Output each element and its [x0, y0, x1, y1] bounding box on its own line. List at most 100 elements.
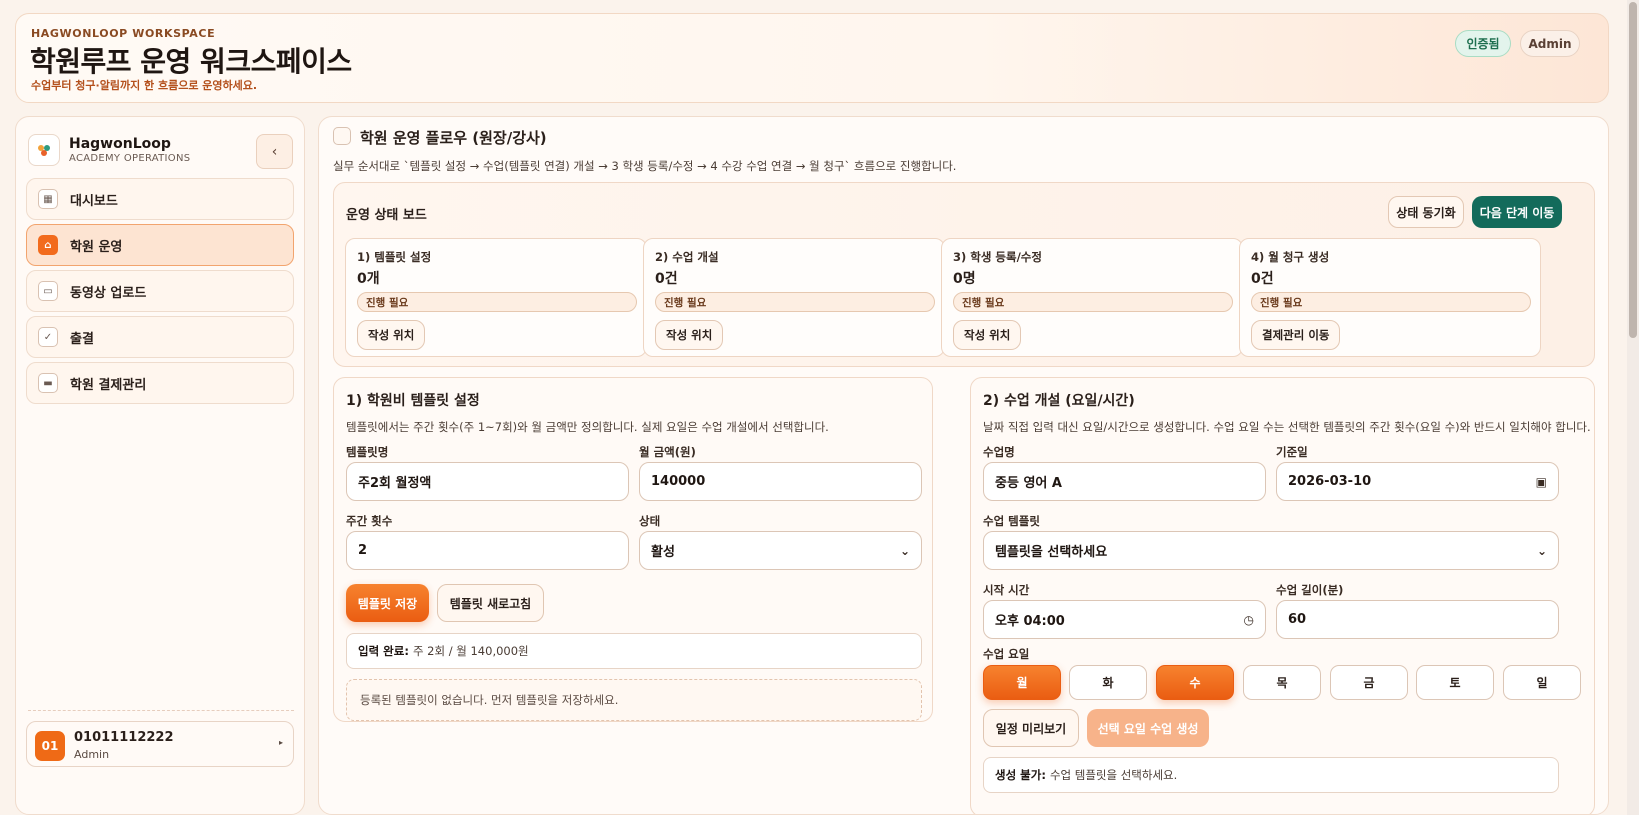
- monthly-amount-input[interactable]: 140000: [639, 462, 922, 501]
- sidebar-divider: [28, 710, 294, 711]
- class-name-label: 수업명: [983, 445, 1015, 459]
- verified-badge: 인증됨: [1455, 30, 1511, 57]
- sidebar-item-attendance[interactable]: ✓ 출결: [26, 316, 294, 358]
- class-name-input[interactable]: 중등 영어 A: [983, 462, 1266, 501]
- sync-status-button[interactable]: 상태 동기화: [1388, 196, 1464, 228]
- chevron-down-icon: ⌄: [1536, 543, 1547, 558]
- header-eyebrow: HAGWONLOOP WORKSPACE: [31, 27, 216, 40]
- user-card[interactable]: 01 01011112222 Admin ▸: [26, 721, 294, 767]
- weekly-count-value: 2: [358, 543, 368, 558]
- status-badge: 진행 필요: [357, 292, 637, 312]
- error-text: 수업 템플릿을 선택하세요.: [1049, 768, 1178, 782]
- brand-name: HagwonLoop: [69, 136, 171, 152]
- template-panel: 1) 학원비 템플릿 설정 템플릿에서는 주간 횟수(주 1~7회)와 월 금액…: [333, 377, 933, 722]
- step-value: 0개: [357, 271, 380, 287]
- class-days-label: 수업 요일: [983, 647, 1030, 661]
- step-action-button[interactable]: 작성 위치: [953, 320, 1022, 350]
- class-name-value: 중등 영어 A: [995, 476, 1062, 491]
- step-action-button[interactable]: 결제관리 이동: [1251, 320, 1341, 350]
- start-time-value: 오후 04:00: [995, 614, 1065, 629]
- day-toggle-tue[interactable]: 화: [1069, 665, 1147, 700]
- step-card-student: 3) 학생 등록/수정 0명 진행 필요 작성 위치: [941, 238, 1243, 357]
- caret-right-icon: ▸: [278, 738, 283, 747]
- generation-error: 생성 불가: 수업 템플릿을 선택하세요.: [983, 757, 1559, 793]
- page-title: 학원루프 운영 워크스페이스: [30, 45, 352, 78]
- summary-text: 주 2회 / 월 140,000원: [412, 644, 529, 658]
- status-badge: 진행 필요: [953, 292, 1233, 312]
- template-name-label: 템플릿명: [346, 445, 389, 459]
- step-title: 1) 템플릿 설정: [357, 250, 432, 264]
- base-date-value: 2026-03-10: [1288, 474, 1372, 489]
- class-length-label: 수업 길이(분): [1276, 583, 1344, 597]
- calendar-check-icon: ✓: [38, 327, 58, 347]
- avatar: 01: [35, 731, 65, 761]
- step-title: 4) 월 청구 생성: [1251, 250, 1330, 264]
- brand[interactable]: HagwonLoop ACADEMY OPERATIONS: [28, 134, 190, 166]
- step-action-button[interactable]: 작성 위치: [357, 320, 426, 350]
- refresh-templates-button[interactable]: 템플릿 새로고침: [437, 584, 544, 622]
- class-template-select[interactable]: 템플릿을 선택하세요 ⌄: [983, 531, 1559, 570]
- generate-classes-button[interactable]: 선택 요일 수업 생성: [1087, 709, 1209, 747]
- step-card-class: 2) 수업 개설 0건 진행 필요 작성 위치: [643, 238, 945, 357]
- card-icon: ▬: [38, 373, 58, 393]
- class-length-value: 60: [1288, 612, 1307, 627]
- chevron-left-icon: ‹: [271, 143, 278, 160]
- class-panel-title: 2) 수업 개설 (요일/시간): [983, 393, 1135, 409]
- status-select[interactable]: 활성 ⌄: [639, 531, 922, 570]
- save-template-button[interactable]: 템플릿 저장: [346, 584, 429, 622]
- status-select-value: 활성: [651, 545, 675, 560]
- day-toggle-sun[interactable]: 일: [1503, 665, 1581, 700]
- role-badge[interactable]: Admin: [1520, 30, 1580, 57]
- scrollbar-thumb[interactable]: [1629, 2, 1637, 338]
- schedule-preview-button[interactable]: 일정 미리보기: [983, 709, 1079, 747]
- sidebar-item-label: 학원 운영: [70, 239, 123, 255]
- day-toggle-sat[interactable]: 토: [1416, 665, 1494, 700]
- weekly-count-input[interactable]: 2: [346, 531, 629, 570]
- user-phone: 01011112222: [74, 730, 174, 745]
- template-panel-description: 템플릿에서는 주간 횟수(주 1~7회)와 월 금액만 정의합니다. 실제 요일…: [346, 420, 829, 434]
- sidebar-item-billing[interactable]: ▬ 학원 결제관리: [26, 362, 294, 404]
- day-toggle-thu[interactable]: 목: [1243, 665, 1321, 700]
- weekly-count-label: 주간 횟수: [346, 514, 393, 528]
- sidebar-item-dashboard[interactable]: ▦ 대시보드: [26, 178, 294, 220]
- calendar-icon[interactable]: ▣: [1536, 475, 1547, 489]
- template-panel-title: 1) 학원비 템플릿 설정: [346, 393, 480, 409]
- step-card-template: 1) 템플릿 설정 0개 진행 필요 작성 위치: [345, 238, 647, 357]
- step-value: 0건: [655, 271, 678, 287]
- base-date-label: 기준일: [1276, 445, 1308, 459]
- day-toggle-wed[interactable]: 수: [1156, 665, 1234, 700]
- main-content: 학원 운영 플로우 (원장/강사) 실무 순서대로 `템플릿 설정 → 수업(템…: [318, 116, 1609, 815]
- step-action-button[interactable]: 작성 위치: [655, 320, 724, 350]
- dashboard-icon: ▦: [38, 189, 58, 209]
- template-name-value: 주2회 월정액: [358, 476, 432, 491]
- sidebar-item-label: 학원 결제관리: [70, 377, 147, 393]
- empty-templates-notice: 등록된 템플릿이 없습니다. 먼저 템플릿을 저장하세요.: [346, 679, 922, 721]
- start-time-input[interactable]: 오후 04:00 ◷: [983, 600, 1266, 639]
- step-value: 0건: [1251, 271, 1274, 287]
- sidebar-item-academy-ops[interactable]: ⌂ 학원 운영: [26, 224, 294, 266]
- class-length-input[interactable]: 60: [1276, 600, 1559, 639]
- sidebar-item-label: 대시보드: [70, 193, 118, 209]
- sidebar-item-video-upload[interactable]: ▭ 동영상 업로드: [26, 270, 294, 312]
- day-toggle-fri[interactable]: 금: [1330, 665, 1408, 700]
- clock-icon[interactable]: ◷: [1244, 613, 1254, 627]
- user-role: Admin: [74, 748, 110, 761]
- class-template-label: 수업 템플릿: [983, 514, 1040, 528]
- brand-subtitle: ACADEMY OPERATIONS: [69, 153, 191, 164]
- flow-toggle-checkbox[interactable]: [333, 127, 351, 145]
- sidebar-collapse-button[interactable]: ‹: [256, 134, 293, 169]
- day-toggle-mon[interactable]: 월: [983, 665, 1061, 700]
- monthly-amount-label: 월 금액(원): [639, 445, 696, 459]
- step-value: 0명: [953, 271, 976, 287]
- base-date-input[interactable]: 2026-03-10 ▣: [1276, 462, 1559, 501]
- status-badge: 진행 필요: [655, 292, 935, 312]
- next-step-button[interactable]: 다음 단계 이동: [1472, 196, 1562, 228]
- header-subtitle: 수업부터 청구·알림까지 한 흐름으로 운영하세요.: [31, 79, 258, 92]
- class-panel-description: 날짜 직접 입력 대신 요일/시간으로 생성합니다. 수업 요일 수는 선택한 …: [983, 420, 1591, 434]
- class-panel: 2) 수업 개설 (요일/시간) 날짜 직접 입력 대신 요일/시간으로 생성합…: [970, 377, 1595, 814]
- video-icon: ▭: [38, 281, 58, 301]
- template-name-input[interactable]: 주2회 월정액: [346, 462, 629, 501]
- start-time-label: 시작 시간: [983, 583, 1030, 597]
- chevron-down-icon: ⌄: [899, 543, 910, 558]
- monthly-amount-value: 140000: [651, 474, 706, 489]
